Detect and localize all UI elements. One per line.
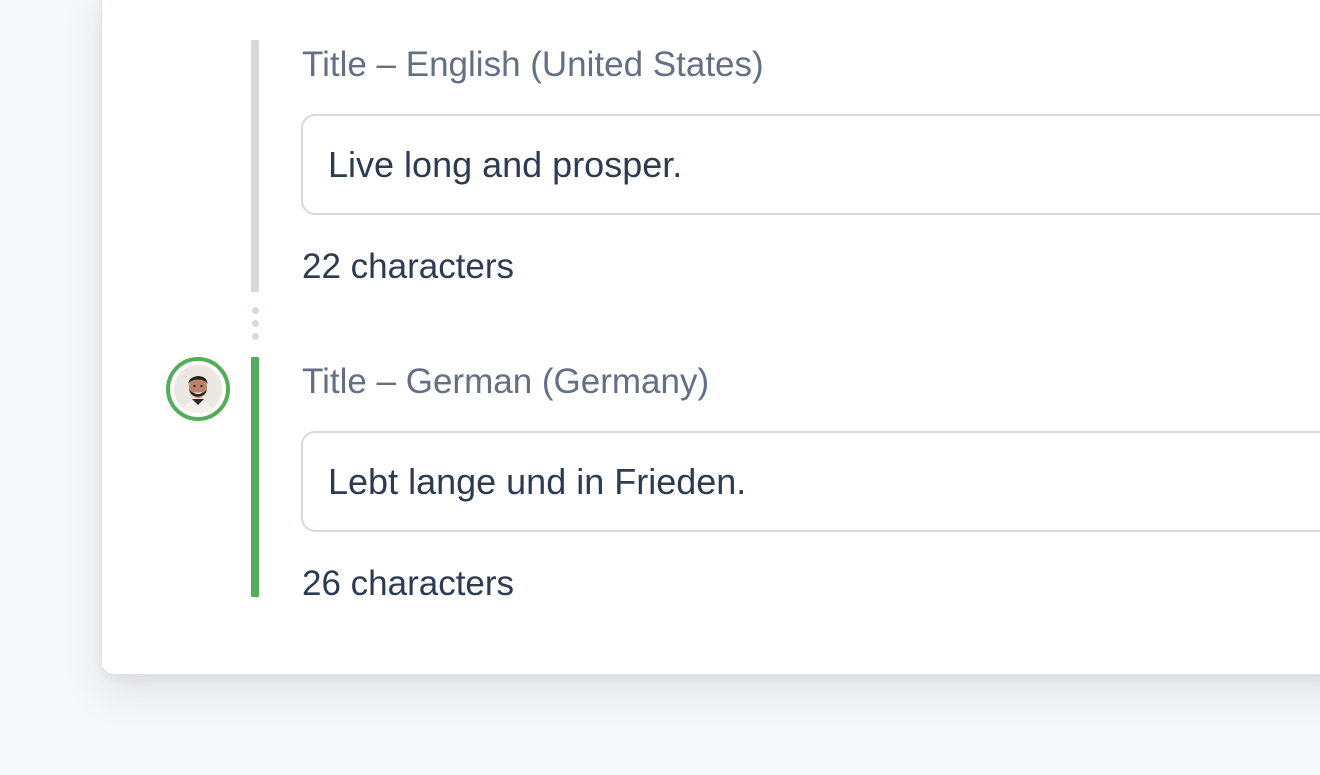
field-german-rail	[251, 357, 259, 597]
field-german-char-count: 26 characters	[302, 564, 515, 603]
connector-dots	[250, 307, 260, 346]
field-english-label: Title – English (United States)	[302, 45, 764, 84]
user-avatar[interactable]	[166, 357, 230, 421]
field-german-label: Title – German (Germany)	[302, 362, 710, 401]
field-english-char-count: 22 characters	[302, 247, 515, 286]
user-avatar-icon	[174, 365, 222, 413]
field-english-input[interactable]: Live long and prosper.	[301, 114, 1320, 215]
translation-card: Title – English (United States) Live lon…	[101, 0, 1320, 675]
field-english-rail	[251, 40, 259, 292]
field-german-input[interactable]: Lebt lange und in Frieden.	[301, 431, 1320, 532]
